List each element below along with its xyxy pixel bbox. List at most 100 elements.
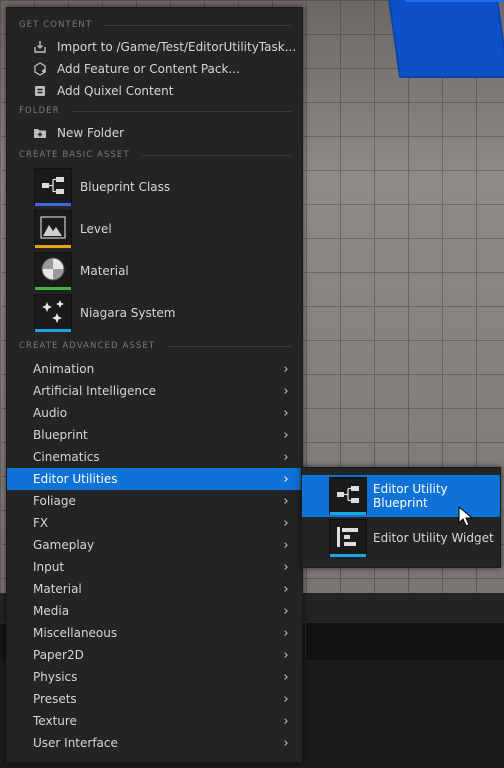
menu-item-blueprint[interactable]: Blueprint ›	[7, 424, 302, 446]
menu-item-animation[interactable]: Animation ›	[7, 358, 302, 380]
menu-item-texture[interactable]: Texture ›	[7, 710, 302, 732]
menu-item-label: Animation	[33, 362, 95, 376]
divider	[141, 154, 291, 156]
feature-pack-icon	[33, 62, 47, 76]
chevron-right-icon: ›	[283, 383, 289, 399]
menu-item-label: Media	[33, 604, 70, 618]
menu-item-add-feature-pack[interactable]: Add Feature or Content Pack...	[7, 58, 302, 80]
chevron-right-icon: ›	[283, 361, 289, 377]
asset-color-bar	[35, 287, 71, 290]
level-icon	[34, 210, 72, 248]
menu-item-label: Editor Utilities	[33, 472, 118, 486]
menu-item-audio[interactable]: Audio ›	[7, 402, 302, 424]
menu-item-user-interface[interactable]: User Interface ›	[7, 732, 302, 754]
menu-item-media[interactable]: Media ›	[7, 600, 302, 622]
menu-item-label: Gameplay	[33, 538, 95, 552]
asset-item-material[interactable]: Material	[7, 250, 302, 292]
content-browser-header-cell	[305, 623, 504, 659]
section-header-label: FOLDER	[19, 106, 60, 116]
asset-item-level[interactable]: Level	[7, 208, 302, 250]
chevron-right-icon: ›	[283, 735, 289, 751]
chevron-right-icon: ›	[283, 537, 289, 553]
new-folder-icon	[33, 126, 47, 140]
chevron-right-icon: ›	[283, 647, 289, 663]
asset-color-bar	[35, 329, 71, 332]
menu-item-foliage[interactable]: Foliage ›	[7, 490, 302, 512]
chevron-right-icon: ›	[283, 515, 289, 531]
section-header-advanced-asset: CREATE ADVANCED ASSET	[19, 340, 291, 352]
menu-item-label: Texture	[33, 714, 77, 728]
menu-item-input[interactable]: Input ›	[7, 556, 302, 578]
section-header-label: CREATE BASIC ASSET	[19, 150, 130, 160]
editor-utility-blueprint-icon	[329, 477, 367, 515]
asset-color-bar	[35, 245, 71, 248]
menu-item-cinematics[interactable]: Cinematics ›	[7, 446, 302, 468]
menu-item-material[interactable]: Material ›	[7, 578, 302, 600]
menu-item-label: Import to /Game/Test/EditorUtilityTask..…	[57, 40, 297, 54]
chevron-right-icon: ›	[283, 449, 289, 465]
chevron-right-icon: ›	[283, 559, 289, 575]
blue-cube-top	[405, 0, 504, 2]
chevron-right-icon: ›	[283, 581, 289, 597]
menu-item-fx[interactable]: FX ›	[7, 512, 302, 534]
chevron-right-icon: ›	[283, 471, 289, 487]
chevron-right-icon: ›	[283, 669, 289, 685]
menu-item-label: Cinematics	[33, 450, 100, 464]
menu-item-import[interactable]: Import to /Game/Test/EditorUtilityTask..…	[7, 36, 302, 58]
menu-item-physics[interactable]: Physics ›	[7, 666, 302, 688]
divider	[71, 110, 291, 112]
chevron-right-icon: ›	[283, 427, 289, 443]
menu-item-label: Presets	[33, 692, 77, 706]
asset-item-label: Level	[80, 222, 112, 236]
menu-item-paper2d[interactable]: Paper2D ›	[7, 644, 302, 666]
chevron-right-icon: ›	[283, 691, 289, 707]
menu-item-label: Audio	[33, 406, 68, 420]
menu-item-label: Miscellaneous	[33, 626, 118, 640]
chevron-right-icon: ›	[283, 603, 289, 619]
asset-color-bar	[330, 512, 366, 515]
menu-item-label: Add Quixel Content	[57, 84, 174, 98]
chevron-right-icon: ›	[283, 405, 289, 421]
menu-item-label: New Folder	[57, 126, 125, 140]
blue-cube-mesh[interactable]	[386, 0, 504, 78]
menu-item-label: Blueprint	[33, 428, 88, 442]
menu-item-artificial-intelligence[interactable]: Artificial Intelligence ›	[7, 380, 302, 402]
menu-item-label: FX	[33, 516, 49, 530]
chevron-right-icon: ›	[283, 493, 289, 509]
menu-item-label: Physics	[33, 670, 78, 684]
add-content-context-menu: GET CONTENT Import to /Game/Test/EditorU…	[6, 7, 303, 763]
asset-item-niagara-system[interactable]: Niagara System	[7, 292, 302, 334]
blueprint-icon	[34, 168, 72, 206]
section-header-get-content: GET CONTENT	[19, 19, 291, 31]
asset-color-bar	[330, 554, 366, 557]
menu-item-label: Add Feature or Content Pack...	[57, 62, 240, 76]
divider	[104, 24, 291, 26]
menu-item-new-folder[interactable]: New Folder	[7, 122, 302, 144]
asset-item-blueprint-class[interactable]: Blueprint Class	[7, 166, 302, 208]
menu-item-add-quixel[interactable]: Add Quixel Content	[7, 80, 302, 102]
menu-item-label: Material	[33, 582, 82, 596]
divider	[167, 345, 291, 347]
chevron-right-icon: ›	[283, 625, 289, 641]
chevron-right-icon: ›	[283, 713, 289, 729]
menu-item-label: User Interface	[33, 736, 118, 750]
mouse-cursor-icon	[458, 505, 474, 528]
menu-item-label: Input	[33, 560, 65, 574]
import-icon	[33, 40, 47, 54]
editor-utility-widget-icon	[329, 519, 367, 557]
asset-item-label: Material	[80, 264, 129, 278]
asset-item-label: Blueprint Class	[80, 180, 171, 194]
menu-item-label: Artificial Intelligence	[33, 384, 156, 398]
menu-item-miscellaneous[interactable]: Miscellaneous ›	[7, 622, 302, 644]
submenu-item-label: Editor Utility Blueprint	[373, 482, 448, 510]
quixel-icon	[33, 84, 47, 98]
submenu-item-label: Editor Utility Widget	[373, 531, 494, 545]
menu-item-editor-utilities[interactable]: Editor Utilities ›	[7, 468, 302, 490]
menu-item-presets[interactable]: Presets ›	[7, 688, 302, 710]
section-header-label: GET CONTENT	[19, 20, 93, 30]
menu-item-gameplay[interactable]: Gameplay ›	[7, 534, 302, 556]
asset-item-label: Niagara System	[80, 306, 176, 320]
section-header-label: CREATE ADVANCED ASSET	[19, 341, 156, 351]
asset-color-bar	[35, 203, 71, 206]
section-header-basic-asset: CREATE BASIC ASSET	[19, 149, 291, 161]
